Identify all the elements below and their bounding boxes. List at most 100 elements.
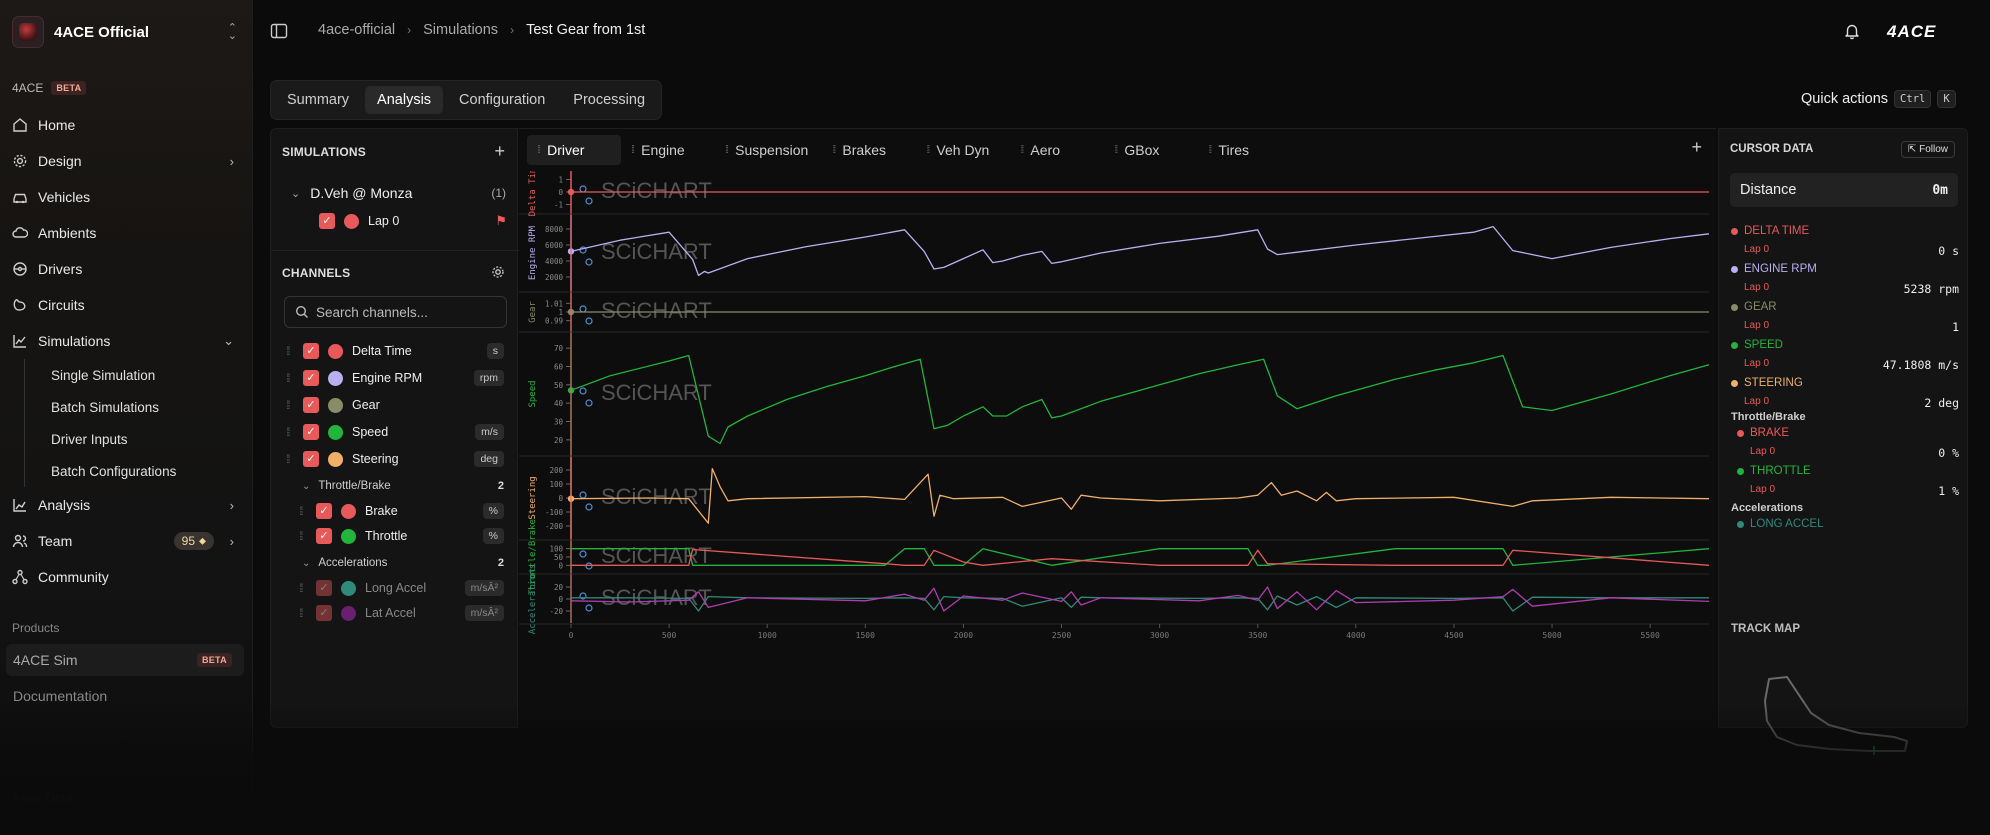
scichart-logo-icon [585, 197, 593, 205]
y-axis-label: Gear [528, 301, 538, 323]
channel-item[interactable]: ⁞⁞ ✓ Engine RPM rpm [286, 366, 508, 390]
follow-button[interactable]: ⇱ Follow [1900, 141, 1955, 158]
cursor-data-item: GEAR Lap 0 1 [1731, 301, 1959, 334]
chart-tab-aero[interactable]: ⁞⁞ Aero [1010, 135, 1104, 165]
channel-color-dot [328, 424, 343, 440]
drag-handle-icon[interactable]: ⁞⁞ [286, 452, 294, 466]
y-tick-label: 20 [554, 436, 564, 445]
y-tick-label: 0 [558, 561, 563, 570]
channel-checkbox[interactable]: ✓ [303, 370, 319, 386]
sidebar-item-drivers[interactable]: Drivers [12, 251, 242, 287]
channel-item[interactable]: ⁞⁞ ✓ Throttle % [299, 524, 508, 548]
track-map-title: TRACK MAP [1731, 623, 1800, 635]
channel-checkbox[interactable]: ✓ [303, 397, 319, 413]
channel-checkbox[interactable]: ✓ [316, 528, 332, 544]
drag-handle-icon[interactable]: ⁞⁞ [286, 344, 294, 358]
lap-checkbox[interactable]: ✓ [319, 213, 335, 229]
drag-handle-icon[interactable]: ⁞⁞ [299, 606, 307, 620]
chart-tab-gbox[interactable]: ⁞⁞ GBox [1104, 135, 1198, 165]
sidebar-item-analysis[interactable]: Analysis › [12, 487, 242, 523]
chart-tab-tires[interactable]: ⁞⁞ Tires [1198, 135, 1292, 165]
chart-tab-suspension[interactable]: ⁞⁞ Suspension [715, 135, 822, 165]
sidebar-item-community[interactable]: Community [12, 559, 242, 595]
quick-actions[interactable]: Quick actions Ctrl K [1801, 90, 1956, 108]
brand-logo: 4ACE [1887, 22, 1937, 41]
add-simulation-button[interactable]: + [494, 142, 505, 160]
tab-configuration[interactable]: Configuration [447, 86, 557, 114]
sidebar-item-circuits[interactable]: Circuits [12, 287, 242, 323]
channel-item[interactable]: ⁞⁞ ✓ Delta Time s [286, 339, 508, 363]
channel-checkbox[interactable]: ✓ [316, 580, 332, 596]
chart-line-icon [13, 335, 26, 348]
chart-tab-driver[interactable]: ⁞⁞ Driver [527, 135, 621, 165]
breadcrumb-simulations[interactable]: Simulations [423, 22, 498, 38]
org-switcher[interactable]: 4ACE Official ⌃ ⌄ [12, 15, 237, 49]
sidebar-item-home[interactable]: Home [12, 107, 242, 143]
channel-item[interactable]: ⁞⁞ ✓ Lat Accel m/sÂ² [299, 601, 508, 625]
settings-gear-icon[interactable] [491, 265, 505, 279]
user-menu[interactable]: Anas Osta [12, 790, 73, 805]
search-channels[interactable] [284, 296, 507, 328]
channel-checkbox[interactable]: ✓ [303, 451, 319, 467]
sidebar-subitem[interactable]: Driver Inputs [24, 423, 242, 455]
lap-item[interactable]: ✓ Lap 0 ⚑ [319, 213, 507, 229]
channel-color-dot [328, 451, 343, 467]
flag-icon[interactable]: ⚑ [495, 213, 507, 229]
steering-icon [13, 262, 27, 276]
simulation-count: (1) [491, 186, 506, 200]
sidebar-subitem[interactable]: Batch Configurations [24, 455, 242, 487]
tab-processing[interactable]: Processing [561, 86, 657, 114]
scichart-logo-icon [585, 503, 593, 511]
drag-handle-icon[interactable]: ⁞⁞ [299, 529, 307, 543]
drag-handle-icon[interactable]: ⁞⁞ [286, 371, 294, 385]
simulation-item[interactable]: ⌄ D.Veh @ Monza (1) [291, 185, 506, 201]
x-tick-label: 5500 [1641, 631, 1660, 640]
drag-handle-icon: ⁞⁞ [926, 144, 930, 156]
bell-icon[interactable] [1843, 22, 1861, 40]
channel-item[interactable]: ⁞⁞ ✓ Long Accel m/sÂ² [299, 576, 508, 600]
channel-checkbox[interactable]: ✓ [303, 343, 319, 359]
chevron-right-icon: › [510, 23, 515, 37]
channel-checkbox[interactable]: ✓ [303, 424, 319, 440]
channel-item[interactable]: ⁞⁞ ✓ Speed m/s [286, 420, 508, 444]
product-documentation[interactable]: Documentation [6, 680, 244, 712]
drag-handle-icon[interactable]: ⁞⁞ [286, 425, 294, 439]
drag-handle-icon[interactable]: ⁞⁞ [286, 398, 294, 412]
channel-group[interactable]: ⌄ Accelerations 2 [286, 552, 508, 574]
x-tick-label: 5000 [1542, 631, 1561, 640]
sidebar-subitem[interactable]: Batch Simulations [24, 391, 242, 423]
channel-checkbox[interactable]: ✓ [316, 503, 332, 519]
track-map[interactable] [1759, 671, 1919, 761]
cursor-value: 0 s [1938, 244, 1959, 258]
channel-item[interactable]: ⁞⁞ ✓ Steering deg [286, 447, 508, 471]
distance-readout: Distance 0m [1730, 173, 1958, 207]
chart-tab-brakes[interactable]: ⁞⁞ Brakes [822, 135, 916, 165]
sidebar-item-vehicles[interactable]: Vehicles [12, 179, 242, 215]
drag-handle-icon[interactable]: ⁞⁞ [299, 504, 307, 518]
sidebar-item-design[interactable]: Design › [12, 143, 242, 179]
sidebar-item-ambients[interactable]: Ambients [12, 215, 242, 251]
group-count: 2 [497, 480, 504, 492]
tab-analysis[interactable]: Analysis [365, 86, 444, 114]
sidebar-subitem[interactable]: Single Simulation [24, 359, 242, 391]
drag-handle-icon[interactable]: ⁞⁞ [299, 581, 307, 595]
sidebar-item-team[interactable]: Team 95 ⬥ › [12, 523, 242, 559]
cursor-channel-label: STEERING [1744, 377, 1803, 389]
add-chart-tab-button[interactable]: + [1691, 137, 1702, 158]
channel-item[interactable]: ⁞⁞ ✓ Brake % [299, 499, 508, 523]
series-line [570, 467, 1710, 524]
x-tick-label: 4500 [1444, 631, 1463, 640]
channel-group[interactable]: ⌄ Throttle/Brake 2 [286, 475, 508, 497]
chart-tab-veh-dyn[interactable]: ⁞⁞ Veh Dyn [916, 135, 1010, 165]
distance-label: Distance [1740, 182, 1797, 198]
telemetry-chart[interactable]: Delta Tim 10-1SCiCHARTEngine RPM 800060004… [519, 171, 1716, 771]
search-input[interactable] [316, 304, 496, 320]
tab-summary[interactable]: Summary [275, 86, 361, 114]
channel-item[interactable]: ⁞⁞ ✓ Gear [286, 393, 508, 417]
sidebar-toggle-icon[interactable] [270, 22, 288, 40]
product-4ace-sim[interactable]: 4ACE Sim BETA [6, 644, 244, 676]
chart-tab-engine[interactable]: ⁞⁞ Engine [621, 135, 715, 165]
channel-checkbox[interactable]: ✓ [316, 605, 332, 621]
sidebar-item-simulations[interactable]: Simulations ⌄ [12, 323, 242, 359]
breadcrumb-org[interactable]: 4ace-official [318, 22, 395, 38]
